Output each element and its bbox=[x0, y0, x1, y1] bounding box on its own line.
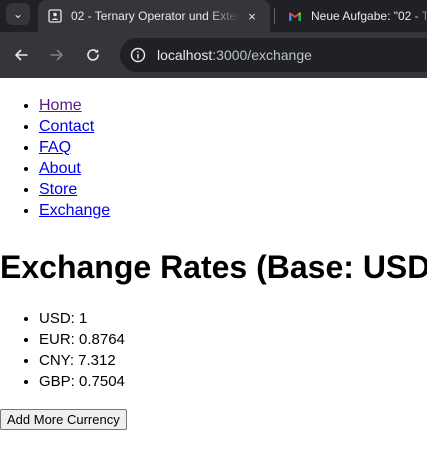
tab-search-button[interactable]: ⌄ bbox=[6, 3, 30, 25]
tab-title: Neue Aufgabe: "02 - Ternary bbox=[311, 9, 427, 23]
nav-item-store: Store bbox=[39, 179, 110, 200]
add-currency-button[interactable]: Add More Currency bbox=[0, 409, 127, 430]
nav-item-contact: Contact bbox=[39, 116, 110, 137]
rate-item-cny: CNY: 7.312 bbox=[39, 350, 125, 371]
arrow-right-icon bbox=[50, 49, 63, 61]
nav-link-about[interactable]: About bbox=[39, 160, 81, 177]
rate-item-usd: USD: 1 bbox=[39, 308, 125, 329]
site-nav: Home Contact FAQ About Store Exchange bbox=[0, 95, 110, 221]
page-content: Home Contact FAQ About Store Exchange Ex… bbox=[0, 78, 427, 460]
nav-link-store[interactable]: Store bbox=[39, 181, 77, 198]
info-icon[interactable] bbox=[130, 47, 146, 63]
nav-link-home[interactable]: Home bbox=[39, 97, 82, 114]
back-button[interactable] bbox=[9, 43, 33, 67]
nav-link-contact[interactable]: Contact bbox=[39, 118, 94, 135]
nav-item-about: About bbox=[39, 158, 110, 179]
nav-item-faq: FAQ bbox=[39, 137, 110, 158]
url-text: localhost:3000/exchange bbox=[157, 47, 312, 63]
browser-tab-active[interactable]: 02 - Ternary Operator und Extensions × bbox=[38, 0, 270, 32]
close-icon[interactable]: × bbox=[244, 9, 260, 24]
document-icon bbox=[48, 9, 62, 23]
browser-tab-inactive[interactable]: Neue Aufgabe: "02 - Ternary bbox=[278, 0, 427, 32]
url-host: localhost bbox=[157, 47, 213, 63]
tab-separator bbox=[274, 8, 275, 24]
reload-button[interactable] bbox=[81, 43, 105, 67]
gmail-icon bbox=[288, 9, 302, 23]
rate-item-eur: EUR: 0.8764 bbox=[39, 329, 125, 350]
page-title: Exchange Rates (Base: USD) bbox=[0, 249, 427, 285]
rates-list: USD: 1 EUR: 0.8764 CNY: 7.312 GBP: 0.750… bbox=[0, 308, 125, 392]
nav-item-exchange: Exchange bbox=[39, 200, 110, 221]
rate-item-gbp: GBP: 0.7504 bbox=[39, 371, 125, 392]
chevron-down-icon: ⌄ bbox=[12, 7, 24, 21]
nav-link-faq[interactable]: FAQ bbox=[39, 139, 71, 156]
tab-title: 02 - Ternary Operator und Extensions bbox=[71, 9, 240, 23]
address-bar[interactable]: localhost:3000/exchange bbox=[120, 38, 427, 72]
url-path: :3000/exchange bbox=[212, 47, 312, 63]
browser-toolbar: localhost:3000/exchange bbox=[0, 32, 427, 78]
arrow-left-icon bbox=[15, 49, 28, 61]
forward-button[interactable] bbox=[45, 43, 69, 67]
reload-icon bbox=[87, 49, 99, 61]
nav-item-home: Home bbox=[39, 95, 110, 116]
browser-tab-strip: ⌄ 02 - Ternary Operator und Extensions ×… bbox=[0, 0, 427, 32]
nav-link-exchange[interactable]: Exchange bbox=[39, 202, 110, 219]
